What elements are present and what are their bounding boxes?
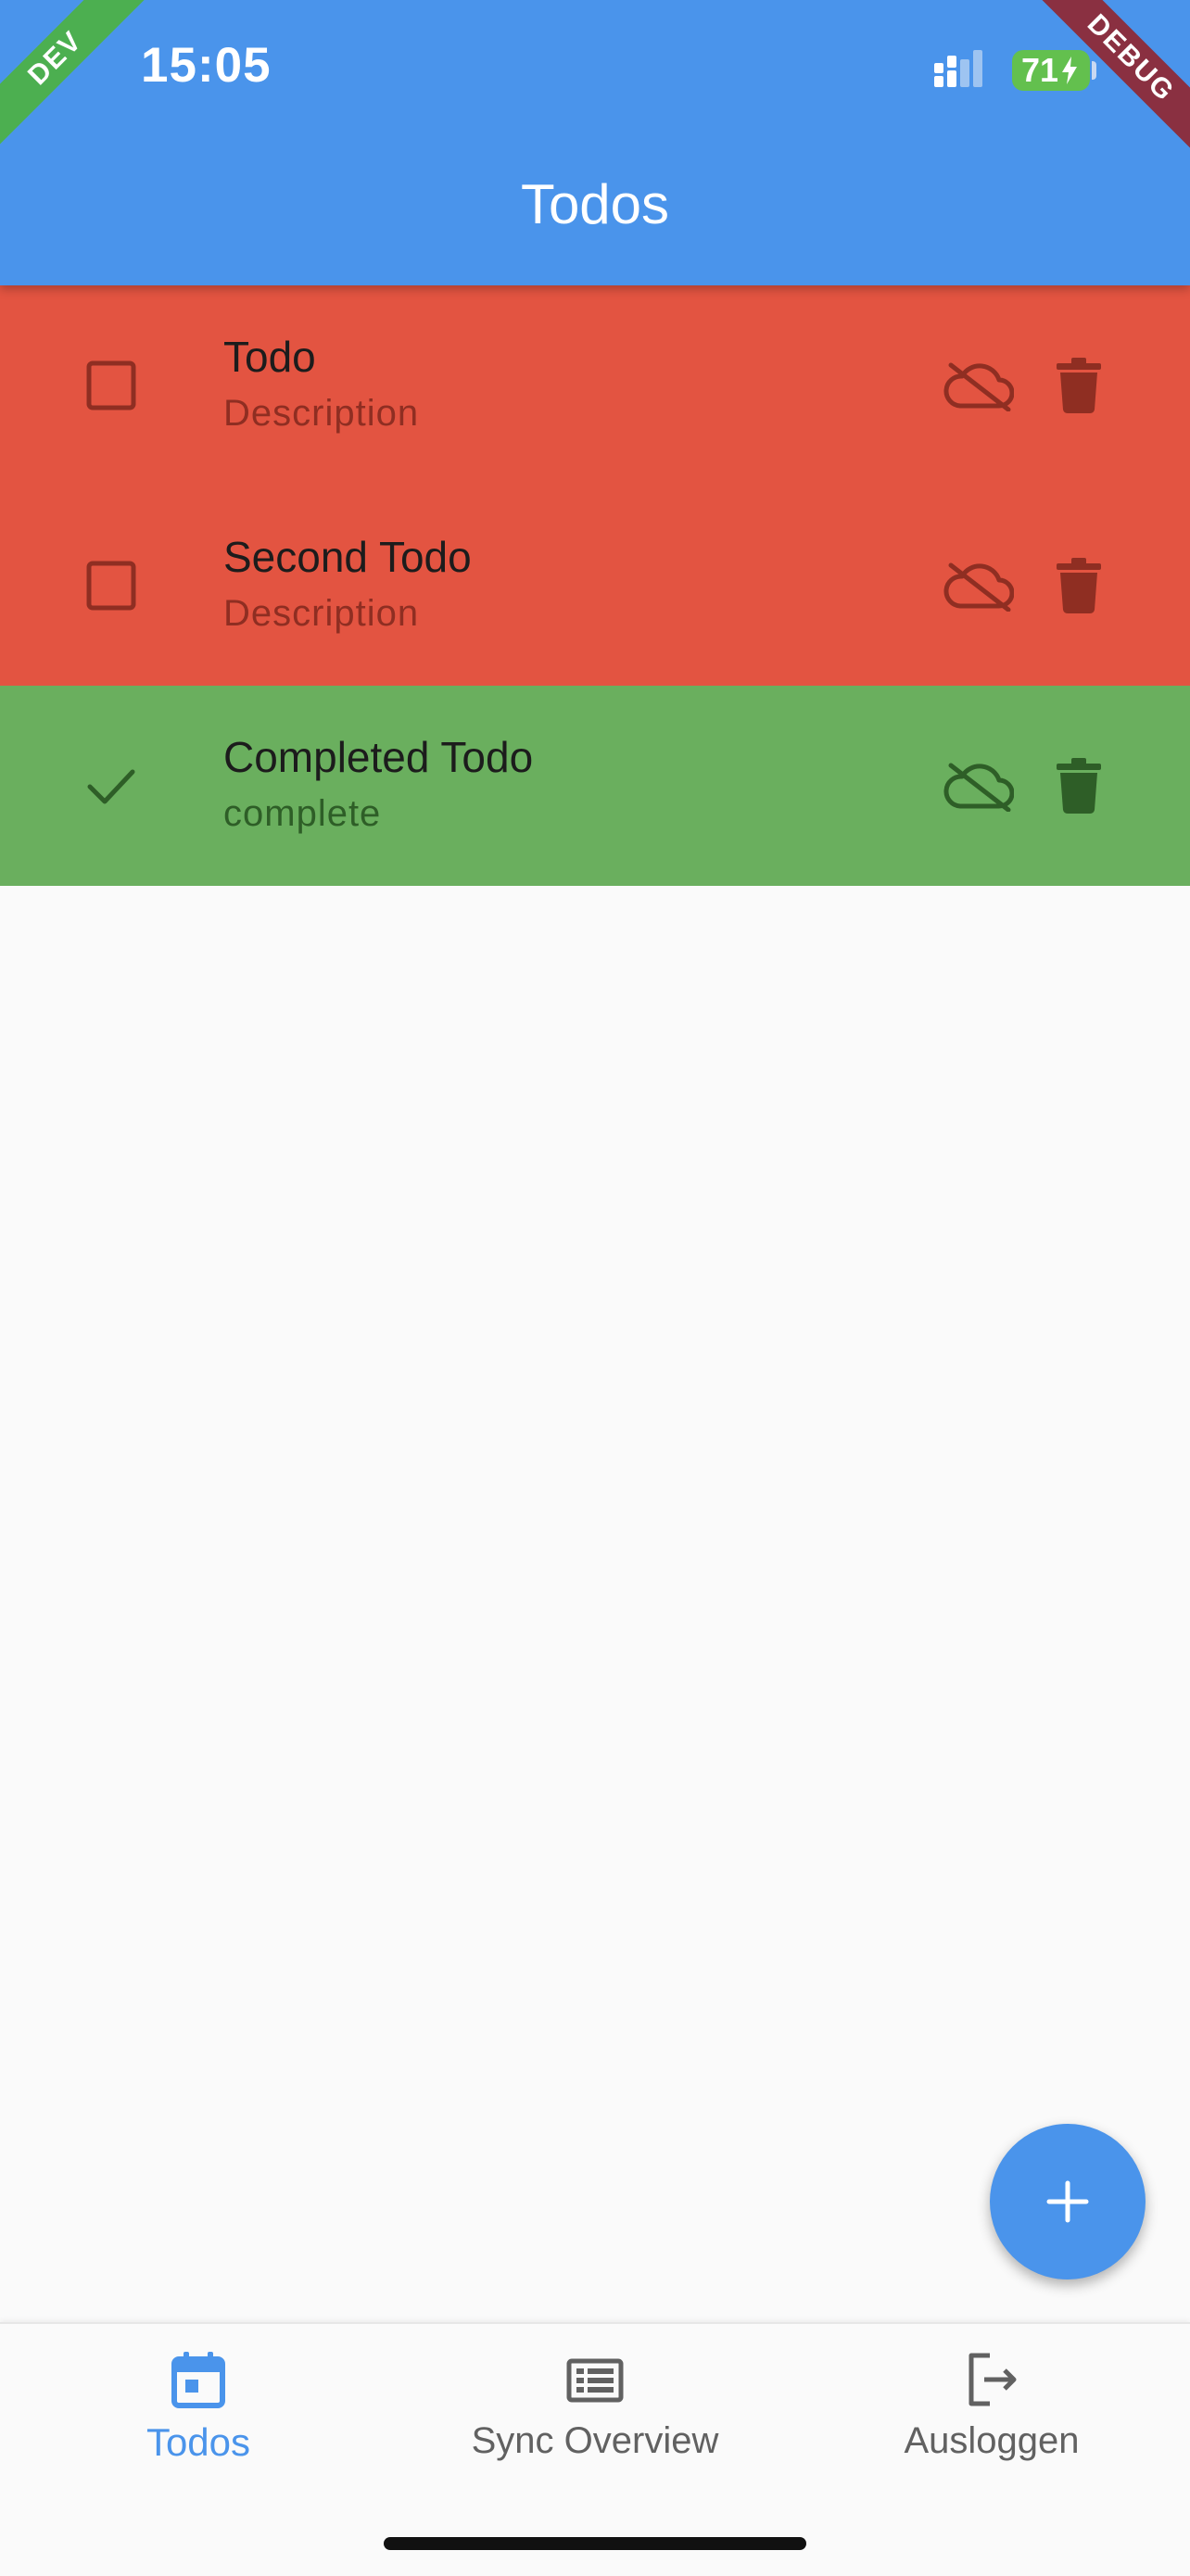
todo-row[interactable]: Second Todo Description [0,486,1190,686]
checkbox-empty-icon[interactable] [86,561,136,611]
cloud-off-icon[interactable] [943,360,1014,411]
battery-cap [1092,61,1096,80]
checkmark-icon[interactable] [86,761,136,811]
nav-label: Ausloggen [904,2420,1080,2461]
nav-label: Todos [146,2420,251,2464]
add-todo-button[interactable] [990,2124,1146,2279]
todo-description: complete [223,793,382,834]
charging-bolt-icon [1062,57,1078,84]
plus-icon [1046,2180,1089,2223]
cloud-off-icon[interactable] [943,560,1014,612]
todo-description: Description [223,593,420,634]
calendar-icon [171,2352,225,2408]
status-time: 15:05 [141,38,272,93]
todo-description: Description [223,393,420,434]
app-bar: 15:05 71 Todos DEV DEBUG [0,0,1190,285]
logout-icon [968,2353,1017,2406]
battery-level: 71 [1021,51,1059,89]
checkbox-empty-icon[interactable] [86,360,136,410]
page-title: Todos [520,173,670,235]
nav-item-todos[interactable]: Todos [0,2324,397,2491]
todo-title: Todo [223,333,316,381]
nav-item-sync-overview[interactable]: Sync Overview [397,2324,793,2491]
cellular-signal-icon [934,50,982,87]
battery-indicator: 71 [1012,50,1090,91]
home-indicator[interactable] [384,2537,806,2550]
nav-label: Sync Overview [471,2420,719,2461]
nav-item-logout[interactable]: Ausloggen [793,2324,1190,2491]
cloud-off-icon[interactable] [943,760,1014,812]
todo-row[interactable]: Todo Description [0,285,1190,486]
todo-title: Second Todo [223,533,472,581]
todo-row[interactable]: Completed Todo complete [0,686,1190,886]
trash-icon[interactable] [1057,558,1101,613]
trash-icon[interactable] [1057,758,1101,814]
todo-title: Completed Todo [223,733,534,781]
trash-icon[interactable] [1057,358,1101,413]
list-icon [566,2358,624,2403]
